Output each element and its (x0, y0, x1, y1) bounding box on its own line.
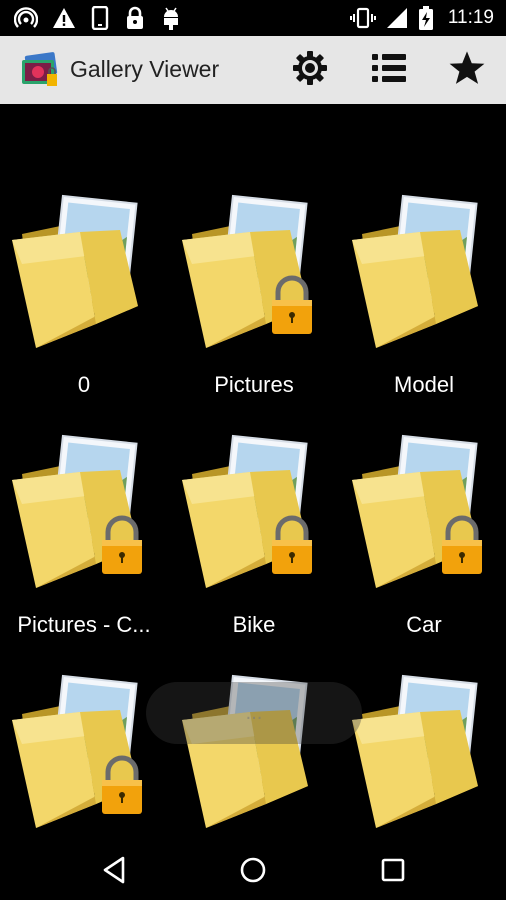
status-clock: 11:19 (447, 7, 494, 28)
folder-item[interactable]: Model (340, 104, 506, 397)
warning-icon (52, 6, 76, 30)
recents-icon (378, 855, 408, 890)
folder-item[interactable] (0, 584, 168, 828)
wifi-hotspot-icon (14, 6, 38, 30)
star-icon (448, 49, 486, 92)
folder-item[interactable]: Bike (170, 344, 338, 637)
app-title: Gallery Viewer (70, 56, 220, 82)
settings-icon (291, 49, 329, 92)
favorites-button[interactable] (447, 50, 487, 90)
recents-button[interactable] (371, 850, 415, 894)
action-bar: Gallery Viewer (0, 36, 506, 104)
back-button[interactable] (92, 850, 136, 894)
navigation-bar (0, 840, 506, 900)
folder-item[interactable]: Car (340, 344, 506, 637)
folder-item[interactable] (340, 584, 506, 828)
folder-item[interactable]: Pictures - C... (0, 344, 168, 637)
app-logo-icon (20, 52, 60, 90)
settings-button[interactable] (290, 50, 330, 90)
back-icon (99, 855, 129, 890)
vibrate-icon (349, 6, 376, 30)
lock-icon (124, 6, 146, 30)
phone-icon (90, 6, 110, 30)
battery-charging-icon (418, 6, 434, 30)
status-bar: 11:19 (0, 0, 506, 36)
home-button[interactable] (231, 850, 275, 894)
folder-item[interactable]: 0 (0, 104, 168, 397)
home-icon (238, 855, 268, 890)
android-icon (160, 6, 182, 30)
watermark: ... (146, 682, 362, 744)
signal-icon (386, 6, 408, 30)
folder-item[interactable]: Pictures (170, 104, 338, 397)
list-icon (371, 52, 407, 89)
list-view-button[interactable] (369, 50, 409, 90)
